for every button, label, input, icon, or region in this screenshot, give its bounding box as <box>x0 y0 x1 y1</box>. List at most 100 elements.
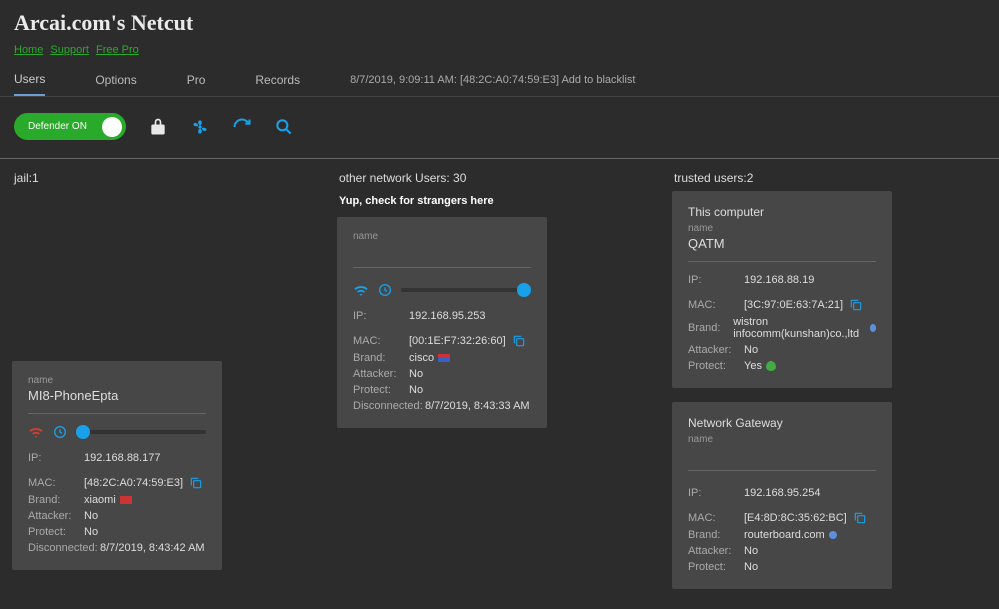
protect-value: No <box>409 384 423 396</box>
mac-value: [3C:97:0E:63:7A:21] <box>744 299 843 311</box>
trusted-header: trusted users:2 <box>672 165 987 191</box>
defender-toggle[interactable]: Defender ON <box>14 113 126 140</box>
disc-label: Disconnected: <box>353 400 425 412</box>
jail-device-card[interactable]: name MI8-PhoneEpta IP:192.168.88.177 MAC… <box>12 361 222 570</box>
tab-users[interactable]: Users <box>14 64 45 96</box>
attacker-value: No <box>744 344 758 356</box>
name-input[interactable] <box>688 451 876 471</box>
jail-column: jail:1 name MI8-PhoneEpta IP:192.168.88.… <box>12 165 327 603</box>
card-controls <box>28 424 206 440</box>
protect-label: Protect: <box>28 526 84 538</box>
mac-label: MAC: <box>688 299 744 311</box>
brand-label: Brand: <box>688 322 733 334</box>
ip-label: IP: <box>688 274 744 286</box>
clock-icon[interactable] <box>377 282 393 298</box>
hint-text: Yup, check for strangers here <box>337 191 652 217</box>
other-header: other network Users: 30 <box>337 165 652 191</box>
mac-value: [E4:8D:8C:35:62:BC] <box>744 512 847 524</box>
brand-value: xiaomi <box>84 494 116 506</box>
copy-icon[interactable] <box>849 298 863 312</box>
main-columns: jail:1 name MI8-PhoneEpta IP:192.168.88.… <box>0 159 999 609</box>
protect-value: No <box>744 561 758 573</box>
flag-icon <box>829 531 837 539</box>
top-links: Home Support Free Pro <box>0 42 999 64</box>
brand-value: wistron infocomm(kunshan)co.,ltd <box>733 316 865 340</box>
clock-icon[interactable] <box>52 424 68 440</box>
ip-value: 192.168.95.254 <box>744 487 820 499</box>
mac-label: MAC: <box>28 477 84 489</box>
brand-label: Brand: <box>353 352 409 364</box>
app-title: Arcai.com's Netcut <box>0 0 999 42</box>
flag-icon <box>120 496 132 504</box>
mac-value: [00:1E:F7:32:26:60] <box>409 335 506 347</box>
attacker-value: No <box>409 368 423 380</box>
ip-value: 192.168.88.177 <box>84 452 160 464</box>
card-title: Network Gateway <box>688 416 876 434</box>
link-support[interactable]: Support <box>50 44 89 56</box>
device-name: MI8-PhoneEpta <box>28 386 206 409</box>
name-label: name <box>688 434 876 445</box>
fan-icon[interactable] <box>190 117 210 137</box>
ip-label: IP: <box>688 487 744 499</box>
copy-icon[interactable] <box>853 511 867 525</box>
attacker-label: Attacker: <box>28 510 84 522</box>
protect-value: Yes <box>744 360 762 372</box>
copy-icon[interactable] <box>512 334 526 348</box>
gateway-card[interactable]: Network Gateway name IP:192.168.95.254 M… <box>672 402 892 589</box>
defender-label: Defender ON <box>28 121 87 132</box>
slider-thumb[interactable] <box>517 283 531 297</box>
speed-slider[interactable] <box>401 288 531 292</box>
speed-slider[interactable] <box>76 430 206 434</box>
protect-label: Protect: <box>688 360 744 372</box>
wifi-off-icon[interactable] <box>28 424 44 440</box>
mac-label: MAC: <box>688 512 744 524</box>
mac-label: MAC: <box>353 335 409 347</box>
slider-thumb[interactable] <box>76 425 90 439</box>
jail-header: jail:1 <box>12 165 327 191</box>
link-home[interactable]: Home <box>14 44 43 56</box>
copy-icon[interactable] <box>189 476 203 490</box>
ip-label: IP: <box>353 310 409 322</box>
brand-label: Brand: <box>28 494 84 506</box>
attacker-label: Attacker: <box>688 344 744 356</box>
ip-value: 192.168.95.253 <box>409 310 485 322</box>
search-icon[interactable] <box>274 117 294 137</box>
other-device-card[interactable]: name IP:192.168.95.253 MAC:[00:1E:F7:32:… <box>337 217 547 428</box>
brand-value: cisco <box>409 352 434 364</box>
link-free-pro[interactable]: Free Pro <box>96 44 139 56</box>
card-controls <box>353 282 531 298</box>
tab-pro[interactable]: Pro <box>187 65 206 95</box>
ip-label: IP: <box>28 452 84 464</box>
toolbar: Defender ON <box>0 97 999 158</box>
disc-value: 8/7/2019, 8:43:33 AM <box>425 400 530 412</box>
lock-icon[interactable] <box>148 117 168 137</box>
disc-value: 8/7/2019, 8:43:42 AM <box>100 542 205 554</box>
refresh-icon[interactable] <box>232 117 252 137</box>
tab-records[interactable]: Records <box>255 65 300 95</box>
brand-value: routerboard.com <box>744 529 825 541</box>
name-label: name <box>688 223 876 234</box>
disc-label: Disconnected: <box>28 542 100 554</box>
tab-bar: Users Options Pro Records 8/7/2019, 9:09… <box>0 64 999 97</box>
attacker-label: Attacker: <box>688 545 744 557</box>
name-input[interactable] <box>353 248 531 268</box>
attacker-value: No <box>84 510 98 522</box>
wifi-icon[interactable] <box>353 282 369 298</box>
toggle-knob <box>102 117 122 137</box>
this-computer-card[interactable]: This computer name QATM IP:192.168.88.19… <box>672 191 892 388</box>
trusted-column: trusted users:2 This computer name QATM … <box>662 165 987 603</box>
flag-icon <box>870 324 876 332</box>
status-log: 8/7/2019, 9:09:11 AM: [48:2C:A0:74:59:E3… <box>350 74 635 86</box>
protect-label: Protect: <box>688 561 744 573</box>
other-column: other network Users: 30 Yup, check for s… <box>337 165 652 603</box>
mac-value: [48:2C:A0:74:59:E3] <box>84 477 183 489</box>
ip-value: 192.168.88.19 <box>744 274 814 286</box>
attacker-label: Attacker: <box>353 368 409 380</box>
attacker-value: No <box>744 545 758 557</box>
protect-label: Protect: <box>353 384 409 396</box>
tab-options[interactable]: Options <box>95 65 136 95</box>
name-label: name <box>353 231 531 242</box>
device-name: QATM <box>688 234 876 257</box>
flag-icon <box>438 354 450 362</box>
name-label: name <box>28 375 206 386</box>
